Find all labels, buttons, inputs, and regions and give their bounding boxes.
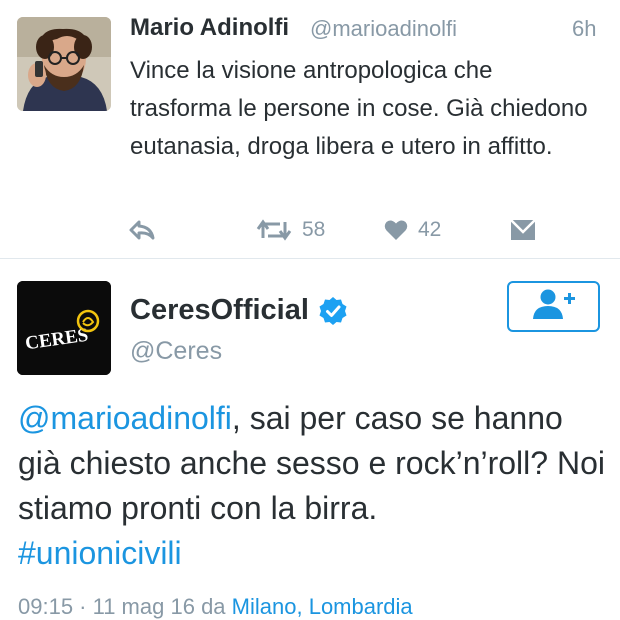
author-handle[interactable]: @marioadinolfi: [310, 16, 457, 42]
tweet-time[interactable]: 6h: [572, 16, 596, 42]
avatar-ceres[interactable]: CERES: [17, 281, 111, 375]
tweet-divider: [0, 258, 620, 259]
tweet-mario-adinolfi: Mario Adinolfi @marioadinolfi 6h Vince l…: [0, 0, 620, 258]
reply-icon: [128, 218, 156, 242]
add-user-icon: [531, 288, 577, 325]
envelope-icon: [510, 219, 536, 241]
author-name-ceres[interactable]: CeresOfficial: [130, 294, 309, 327]
tweet-meta: 09:15 · 11 mag 16 da Milano, Lombardia: [18, 594, 413, 620]
tweet-text: Vince la visione antropologica che trasf…: [130, 57, 588, 160]
retweet-count: 58: [302, 218, 326, 241]
verified-badge-icon: [319, 297, 347, 325]
like-button[interactable]: 42: [384, 210, 441, 250]
tweet-actions: 58 42: [0, 210, 620, 250]
tweet-text-ceres: @marioadinolfi, sai per caso se hanno gi…: [18, 396, 613, 576]
follow-button[interactable]: [507, 281, 600, 332]
location-link[interactable]: Milano, Lombardia: [232, 594, 413, 619]
tweet-timestamp[interactable]: 09:15 · 11 mag 16: [18, 594, 195, 619]
retweet-button[interactable]: 58: [256, 210, 325, 250]
hashtag-link[interactable]: #unionicivili: [18, 535, 182, 571]
like-count: 42: [418, 218, 442, 241]
heart-icon: [384, 219, 408, 241]
retweet-icon: [256, 218, 292, 242]
via-label: da: [201, 594, 226, 619]
author-handle-ceres[interactable]: @Ceres: [130, 337, 222, 366]
direct-message-button[interactable]: [510, 210, 536, 250]
mention-link[interactable]: @marioadinolfi: [18, 400, 232, 436]
author-name[interactable]: Mario Adinolfi: [130, 14, 289, 42]
avatar-mario-adinolfi[interactable]: [17, 17, 111, 111]
reply-button[interactable]: [128, 210, 156, 250]
